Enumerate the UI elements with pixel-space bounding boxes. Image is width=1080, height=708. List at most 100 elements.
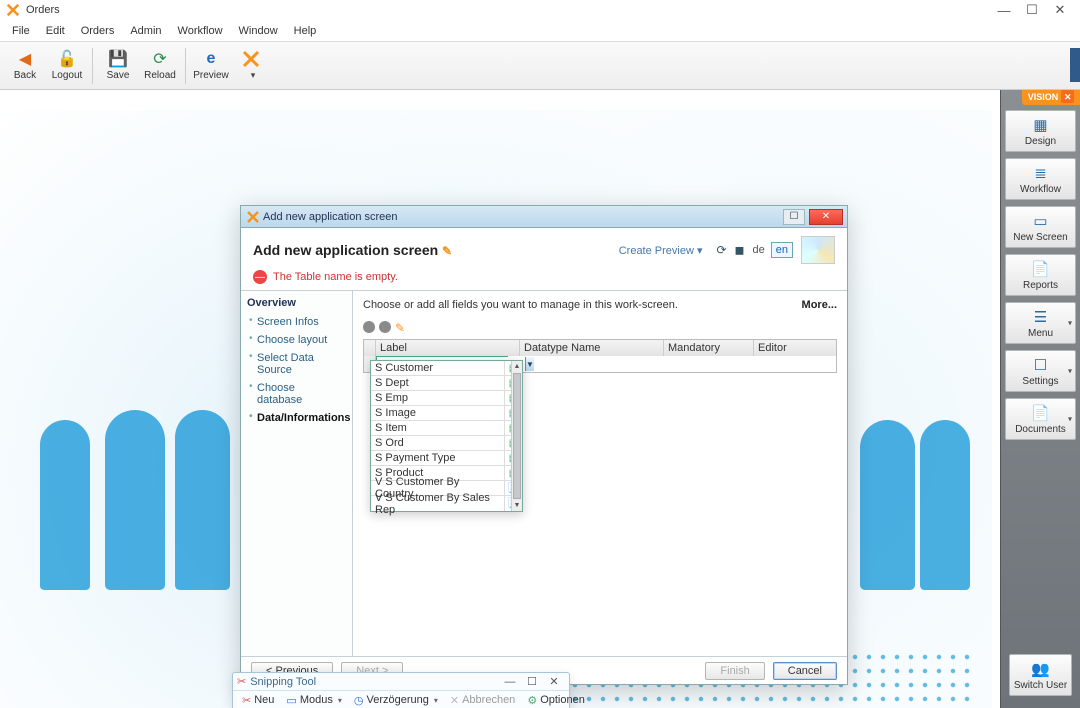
- scissors-icon: ✂: [242, 694, 251, 707]
- finish-button[interactable]: Finish: [705, 662, 764, 680]
- menu-edit[interactable]: Edit: [38, 23, 73, 39]
- snip-titlebar[interactable]: ✂ Snipping Tool — ☐ ✕: [233, 673, 569, 691]
- snip-mode-button[interactable]: ▭Modus: [281, 693, 346, 708]
- clock-icon: ◷: [354, 694, 364, 707]
- maximize-button[interactable]: ☐: [1018, 0, 1046, 20]
- grid-mini-toolbar: ✎: [363, 321, 837, 335]
- menu-admin[interactable]: Admin: [122, 23, 169, 39]
- chevron-down-icon[interactable]: ▾: [1068, 415, 1072, 424]
- combobox-dropdown-button[interactable]: ▼: [525, 357, 534, 371]
- settings-icon: ☐: [1034, 356, 1047, 374]
- col-mandatory[interactable]: Mandatory: [664, 340, 754, 356]
- remove-row-button[interactable]: [379, 321, 391, 333]
- dropdown-option-label: S Payment Type: [371, 452, 504, 464]
- dropdown-option-label: S Dept: [371, 377, 504, 389]
- snip-minimize-button[interactable]: —: [499, 675, 521, 689]
- nav-select-data-source[interactable]: Select Data Source: [247, 349, 346, 379]
- create-preview-link[interactable]: Create Preview ▾: [619, 244, 703, 257]
- nav-data-informations[interactable]: Data/Informations: [247, 409, 346, 427]
- edit-row-button[interactable]: ✎: [395, 321, 405, 335]
- bg-figure: [175, 410, 230, 590]
- col-editor[interactable]: Editor: [754, 340, 836, 356]
- app-x-icon: [6, 3, 20, 17]
- snip-options-button[interactable]: ⚙Optionen: [522, 693, 590, 708]
- nav-choose-database[interactable]: Choose database: [247, 379, 346, 409]
- scroll-up-button[interactable]: ▲: [512, 361, 522, 372]
- vision-tab[interactable]: VISION: [1022, 90, 1080, 105]
- dropdown-option-label: V S Customer By Sales Rep: [371, 492, 504, 516]
- dropdown-option[interactable]: S Customer▦: [371, 361, 522, 376]
- logout-button[interactable]: 🔓Logout: [46, 44, 88, 88]
- col-label[interactable]: Label: [376, 340, 520, 356]
- logout-icon: 🔓: [58, 50, 76, 68]
- menu-orders[interactable]: Orders: [73, 23, 123, 39]
- design-icon: ▦: [1033, 116, 1047, 134]
- bg-figure: [860, 420, 915, 590]
- minimize-button[interactable]: —: [990, 0, 1018, 20]
- sidebar-reports[interactable]: 📄Reports: [1005, 254, 1076, 296]
- more-link[interactable]: More...: [802, 299, 837, 311]
- bg-figure: [40, 420, 90, 590]
- col-datatype[interactable]: Datatype Name: [520, 340, 664, 356]
- reload-button[interactable]: ⟳Reload: [139, 44, 181, 88]
- dropdown-option-label: S Ord: [371, 437, 504, 449]
- menu-window[interactable]: Window: [231, 23, 286, 39]
- close-button[interactable]: ✕: [1046, 0, 1074, 20]
- pencil-icon[interactable]: ✎: [442, 244, 452, 258]
- sidebar-settings[interactable]: ☐Settings▾: [1005, 350, 1076, 392]
- nav-choose-layout[interactable]: Choose layout: [247, 331, 346, 349]
- dropdown-option[interactable]: V S Customer By Sales Rep📃: [371, 496, 522, 511]
- snip-delay-button[interactable]: ◷Verzögerung: [349, 693, 443, 708]
- snip-maximize-button[interactable]: ☐: [521, 675, 543, 689]
- new-screen-icon: ▭: [1033, 212, 1047, 230]
- dialog-maximize-button[interactable]: ☐: [783, 209, 805, 225]
- switch-user-button[interactable]: 👥Switch User: [1009, 654, 1072, 696]
- lang-en-button[interactable]: en: [771, 242, 793, 258]
- cancel-button[interactable]: Cancel: [773, 662, 837, 680]
- scroll-down-button[interactable]: ▼: [512, 500, 522, 511]
- save-preview-icon[interactable]: ◼: [733, 243, 747, 257]
- sidebar-documents[interactable]: 📄Documents▾: [1005, 398, 1076, 440]
- dropdown-option[interactable]: S Emp▦: [371, 391, 522, 406]
- refresh-icon[interactable]: ⟳: [715, 243, 729, 257]
- back-icon: ◀: [16, 50, 34, 68]
- dropdown-scrollbar[interactable]: ▲ ▼: [511, 361, 522, 511]
- back-button[interactable]: ◀Back: [4, 44, 46, 88]
- docked-panel-handle[interactable]: [1070, 48, 1080, 82]
- add-row-button[interactable]: [363, 321, 375, 333]
- label-combobox-popup: S Customer▦S Dept▦S Emp▦S Image▦S Item▦S…: [370, 360, 523, 512]
- chevron-down-icon[interactable]: ▾: [1068, 319, 1072, 328]
- save-button[interactable]: 💾Save: [97, 44, 139, 88]
- dropdown-option[interactable]: S Ord▦: [371, 436, 522, 451]
- row-selector-header[interactable]: [364, 340, 376, 356]
- menu-help[interactable]: Help: [286, 23, 325, 39]
- preview-thumbnail: [801, 236, 835, 264]
- menubar: File Edit Orders Admin Workflow Window H…: [0, 20, 1080, 42]
- extensions-dropdown[interactable]: [232, 44, 270, 88]
- scroll-thumb[interactable]: [513, 373, 521, 499]
- dialog-titlebar[interactable]: Add new application screen ☐ ✕: [241, 206, 847, 228]
- save-icon: 💾: [109, 50, 127, 68]
- sidebar-design[interactable]: ▦Design: [1005, 110, 1076, 152]
- sidebar-new-screen[interactable]: ▭New Screen: [1005, 206, 1076, 248]
- menu-workflow[interactable]: Workflow: [170, 23, 231, 39]
- chevron-down-icon[interactable]: ▾: [1068, 367, 1072, 376]
- lang-de-button[interactable]: de: [749, 243, 769, 257]
- dropdown-option[interactable]: S Dept▦: [371, 376, 522, 391]
- dropdown-option[interactable]: S Item▦: [371, 421, 522, 436]
- instruction-text: Choose or add all fields you want to man…: [363, 299, 678, 311]
- sidebar-workflow[interactable]: ≣Workflow: [1005, 158, 1076, 200]
- dropdown-option[interactable]: S Payment Type▦: [371, 451, 522, 466]
- snip-cancel-button[interactable]: ✕Abbrechen: [445, 693, 520, 708]
- dialog-title: Add new application screen: [263, 211, 783, 223]
- preview-button[interactable]: ePreview: [190, 44, 232, 88]
- nav-screen-infos[interactable]: Screen Infos: [247, 313, 346, 331]
- dialog-close-button[interactable]: ✕: [809, 209, 843, 225]
- snip-new-button[interactable]: ✂Neu: [237, 693, 279, 708]
- snip-close-button[interactable]: ✕: [543, 675, 565, 689]
- menu-file[interactable]: File: [4, 23, 38, 39]
- snip-title: Snipping Tool: [250, 676, 499, 688]
- sidebar-menu[interactable]: ☰Menu▾: [1005, 302, 1076, 344]
- wizard-nav: Overview Screen Infos Choose layout Sele…: [241, 291, 353, 656]
- dropdown-option[interactable]: S Image▦: [371, 406, 522, 421]
